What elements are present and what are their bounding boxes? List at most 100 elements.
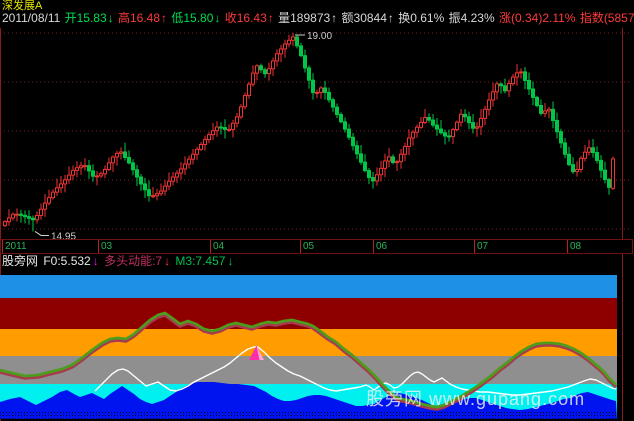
candle bbox=[492, 92, 495, 100]
candle bbox=[396, 162, 399, 163]
candle bbox=[444, 133, 447, 136]
candle bbox=[608, 180, 611, 188]
candle bbox=[560, 132, 563, 143]
candle bbox=[248, 84, 251, 95]
candle bbox=[480, 118, 483, 126]
candle bbox=[260, 66, 263, 70]
candle bbox=[324, 88, 327, 92]
candle bbox=[476, 127, 479, 128]
indicator-label-bar[interactable]: 股旁网 F0:5.532↓ 多头动能:7↓ M3:7.457↓ bbox=[2, 253, 235, 270]
candle bbox=[152, 196, 155, 197]
candlestick-and-indicator-canvas[interactable]: 19.0014.95 bbox=[0, 0, 634, 421]
candle bbox=[184, 164, 187, 169]
candle bbox=[384, 161, 387, 168]
candle bbox=[464, 114, 467, 116]
candle bbox=[388, 157, 391, 161]
candle bbox=[236, 117, 239, 123]
candle bbox=[428, 118, 431, 121]
candle bbox=[200, 144, 203, 149]
candle bbox=[144, 184, 147, 190]
candle bbox=[164, 186, 167, 191]
candle bbox=[556, 121, 559, 132]
candle bbox=[472, 123, 475, 129]
candle bbox=[572, 165, 575, 172]
candle bbox=[468, 117, 471, 123]
candle bbox=[360, 154, 363, 162]
candle bbox=[500, 84, 503, 86]
candle bbox=[524, 72, 527, 81]
candle bbox=[284, 44, 287, 49]
time-axis: 2011030405060708 bbox=[0, 239, 633, 254]
candle bbox=[568, 154, 571, 164]
candle bbox=[272, 61, 275, 69]
candle bbox=[364, 162, 367, 170]
candle bbox=[292, 37, 295, 40]
candle bbox=[580, 158, 583, 169]
indicator-band bbox=[0, 275, 617, 298]
candle bbox=[448, 136, 451, 137]
candle bbox=[340, 114, 343, 121]
candle bbox=[456, 122, 459, 129]
candle bbox=[420, 122, 423, 127]
candle bbox=[148, 190, 151, 196]
axis-month-label: 08 bbox=[570, 241, 581, 253]
candle bbox=[300, 46, 303, 56]
candle bbox=[256, 66, 259, 73]
candle bbox=[192, 154, 195, 159]
axis-tick bbox=[2, 240, 3, 253]
candle bbox=[552, 109, 555, 120]
candle bbox=[64, 180, 67, 184]
candle bbox=[596, 153, 599, 161]
candle bbox=[544, 111, 547, 113]
candle bbox=[8, 218, 11, 222]
candle bbox=[588, 148, 591, 152]
candle bbox=[252, 73, 255, 84]
candle bbox=[212, 131, 215, 135]
candle bbox=[232, 123, 235, 129]
candle bbox=[268, 69, 271, 74]
candle bbox=[28, 217, 31, 219]
candle bbox=[16, 214, 19, 215]
axis-month-label: 05 bbox=[303, 241, 314, 253]
candle bbox=[140, 177, 143, 184]
candle bbox=[400, 154, 403, 161]
watermark-text: 股旁网 www.gupang.com bbox=[366, 385, 585, 411]
axis-tick bbox=[98, 240, 99, 253]
candle bbox=[496, 84, 499, 92]
candle bbox=[80, 166, 83, 168]
candle bbox=[504, 86, 507, 91]
candle bbox=[452, 130, 455, 137]
stock-app-window: 深发展A 2011/08/11 开15.83↓ 高16.48↑ 低15.80↓ … bbox=[0, 0, 634, 421]
candle bbox=[48, 198, 51, 203]
candle bbox=[216, 127, 219, 131]
candle bbox=[416, 127, 419, 132]
candle bbox=[376, 175, 379, 181]
candle bbox=[156, 194, 159, 196]
candle bbox=[188, 159, 191, 164]
candle bbox=[204, 140, 207, 145]
candle bbox=[304, 56, 307, 68]
axis-month-label: 03 bbox=[101, 241, 112, 253]
indicator-segment: ↓ bbox=[93, 254, 102, 268]
axis-month-label: 04 bbox=[213, 241, 224, 253]
low-callout-line bbox=[35, 231, 49, 235]
candle bbox=[84, 166, 87, 167]
axis-tick bbox=[300, 240, 301, 253]
candle bbox=[592, 148, 595, 153]
candle bbox=[512, 77, 515, 84]
candle bbox=[612, 159, 615, 188]
candle bbox=[436, 125, 439, 129]
candle bbox=[332, 100, 335, 107]
candle bbox=[116, 153, 119, 157]
axis-tick bbox=[373, 240, 374, 253]
candle bbox=[88, 166, 91, 171]
candle bbox=[532, 89, 535, 97]
candle bbox=[440, 129, 443, 133]
candle bbox=[508, 84, 511, 91]
candle bbox=[540, 106, 543, 114]
indicator-segment: ↓ bbox=[164, 254, 173, 268]
candle bbox=[488, 100, 491, 109]
indicator-segment: F0:5.532 bbox=[43, 254, 90, 268]
candle bbox=[4, 222, 7, 226]
indicator-segment: ↓ bbox=[227, 254, 233, 268]
